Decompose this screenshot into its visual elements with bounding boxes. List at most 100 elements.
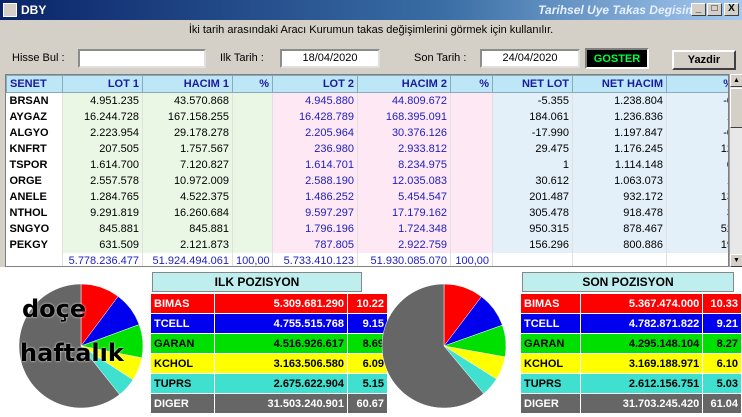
table-cell: 52	[666, 220, 728, 237]
table-cell: 236.980	[272, 140, 358, 157]
total-cell	[572, 252, 667, 266]
table-cell	[450, 172, 493, 189]
table-cell: 30.376.126	[357, 124, 451, 141]
minimize-button[interactable]: _	[691, 3, 706, 16]
col-header[interactable]: %	[450, 75, 493, 93]
position-value: 31.503.240.901	[214, 393, 348, 414]
col-header[interactable]: NET HACIM	[572, 75, 667, 93]
table-cell: BRSAN	[6, 92, 63, 109]
goster-button[interactable]: GOSTER	[585, 48, 649, 69]
table-cell	[232, 220, 273, 237]
overlay-text-2: haftalık	[20, 339, 124, 367]
hisse-search-input[interactable]	[78, 49, 206, 68]
table-cell: 1.063.073	[572, 172, 667, 189]
position-percent: 9.21	[702, 313, 742, 334]
position-value: 5.367.474.000	[580, 293, 704, 314]
table-row[interactable]: PEKGY 631.509 2.121.873 787.805 2.922.759 156…	[6, 236, 728, 253]
table-row[interactable]: BRSAN 4.951.235 43.570.868 4.945.880 44.809.…	[6, 92, 728, 109]
position-name: TCELL	[519, 313, 582, 334]
position-name: KCHOL	[519, 353, 582, 374]
total-cell: 5.733.410.123	[272, 252, 358, 266]
table-cell: 44.809.672	[357, 92, 451, 109]
table-cell	[450, 108, 493, 125]
table-cell: 184.061	[492, 108, 573, 125]
table-cell: 2.588.190	[272, 172, 358, 189]
table-cell	[232, 124, 273, 141]
table-cell	[450, 188, 493, 205]
takas-grid[interactable]: SENET LOT 1 HACIM 1% LOT 2 HACIM 2% NET LOT NE…	[5, 74, 729, 267]
table-cell: 1.486.252	[272, 188, 358, 205]
scroll-up-icon[interactable]: ▲	[730, 74, 742, 87]
col-header[interactable]: LOT 2	[272, 75, 358, 93]
table-cell: 800.886	[572, 236, 667, 253]
table-row[interactable]: TSPOR 1.614.700 7.120.827 1.614.701 8.234.97…	[6, 156, 728, 173]
table-cell: 29.475	[492, 140, 573, 157]
table-cell	[450, 156, 493, 173]
position-value: 4.295.148.104	[580, 333, 704, 354]
position-value: 2.612.156.751	[580, 373, 704, 394]
table-row[interactable]: ANELE 1.284.765 4.522.375 1.486.252 5.454.54…	[6, 188, 728, 205]
table-cell: 19	[666, 236, 728, 253]
table-cell: 2.557.578	[62, 172, 143, 189]
table-row[interactable]: ORGE 2.557.578 10.972.009 2.588.190 12.035.0…	[6, 172, 728, 189]
table-cell: 201.487	[492, 188, 573, 205]
table-cell: 1.724.348	[357, 220, 451, 237]
total-cell: 51.924.494.061	[142, 252, 233, 266]
position-name: TUPRS	[519, 373, 582, 394]
position-panel: doçe haftalık ILK POZISYON BIMAS 5.309.68…	[0, 267, 742, 417]
table-cell: 0	[666, 156, 728, 173]
table-cell	[450, 92, 493, 109]
col-header[interactable]: SENET	[6, 75, 63, 93]
scroll-down-icon[interactable]: ▼	[730, 254, 742, 267]
table-row[interactable]: AYGAZ 16.244.728 167.158.255 16.428.789 168.…	[6, 108, 728, 125]
table-cell: 1	[666, 172, 728, 189]
table-cell: 13	[666, 188, 728, 205]
table-cell: 10.972.009	[142, 172, 233, 189]
table-cell: 12.035.083	[357, 172, 451, 189]
col-header[interactable]: %	[666, 75, 728, 93]
table-row[interactable]: KNFRT 207.505 1.757.567 236.980 2.933.812 29.…	[6, 140, 728, 157]
table-cell: 9.291.819	[62, 204, 143, 221]
grid-scrollbar[interactable]: ▲ ▼	[729, 74, 742, 267]
table-row[interactable]: NTHOL 9.291.819 16.260.684 9.597.297 17.179.…	[6, 204, 728, 221]
position-row: KCHOL 3.163.506.580 6.09	[150, 353, 388, 374]
maximize-button[interactable]: □	[707, 3, 722, 16]
table-cell: 2.223.954	[62, 124, 143, 141]
description-text: İki tarih arasındaki Aracı Kurumun takas…	[188, 24, 554, 36]
son-tarih-label: Son Tarih :	[414, 52, 467, 64]
ilk-tarih-label: Ilk Tarih :	[220, 52, 264, 64]
position-name: GARAN	[150, 333, 215, 354]
total-cell: 100,00	[450, 252, 493, 266]
table-cell: 16.244.728	[62, 108, 143, 125]
position-value: 31.703.245.420	[580, 393, 704, 414]
position-row: DIGER 31.703.245.420 61.04	[519, 393, 742, 414]
table-cell: 950.315	[492, 220, 573, 237]
col-header[interactable]: HACIM 2	[357, 75, 451, 93]
col-header[interactable]: HACIM 1	[142, 75, 233, 93]
table-cell: 16.428.789	[272, 108, 358, 125]
table-cell: 1.614.700	[62, 156, 143, 173]
table-cell: 3	[666, 204, 728, 221]
yazdir-button[interactable]: Yazdir	[672, 50, 736, 70]
close-button[interactable]: X	[724, 3, 739, 16]
total-cell	[6, 252, 63, 266]
position-row: TCELL 4.782.871.822 9.21	[519, 313, 742, 334]
son-tarih-input[interactable]: 24/04/2020	[480, 49, 580, 68]
position-name: BIMAS	[150, 293, 215, 314]
table-cell	[450, 204, 493, 221]
scroll-thumb[interactable]	[730, 88, 742, 128]
overlay-text-1: doçe	[22, 295, 87, 323]
table-cell: 1.114.148	[572, 156, 667, 173]
col-header[interactable]: LOT 1	[62, 75, 143, 93]
col-header[interactable]: NET LOT	[492, 75, 573, 93]
position-percent: 10.33	[702, 293, 742, 314]
col-header[interactable]: %	[232, 75, 273, 93]
total-cell	[666, 252, 728, 266]
position-name: GARAN	[519, 333, 582, 354]
table-row[interactable]: ALGYO 2.223.954 29.178.278 2.205.964 30.376.…	[6, 124, 728, 141]
table-row[interactable]: SNGYO 845.881 845.881 1.796.196 1.724.348 950…	[6, 220, 728, 237]
table-cell: 16.260.684	[142, 204, 233, 221]
table-cell: -5.355	[492, 92, 573, 109]
ilk-tarih-input[interactable]: 18/04/2020	[280, 49, 380, 68]
app-icon	[3, 3, 17, 17]
